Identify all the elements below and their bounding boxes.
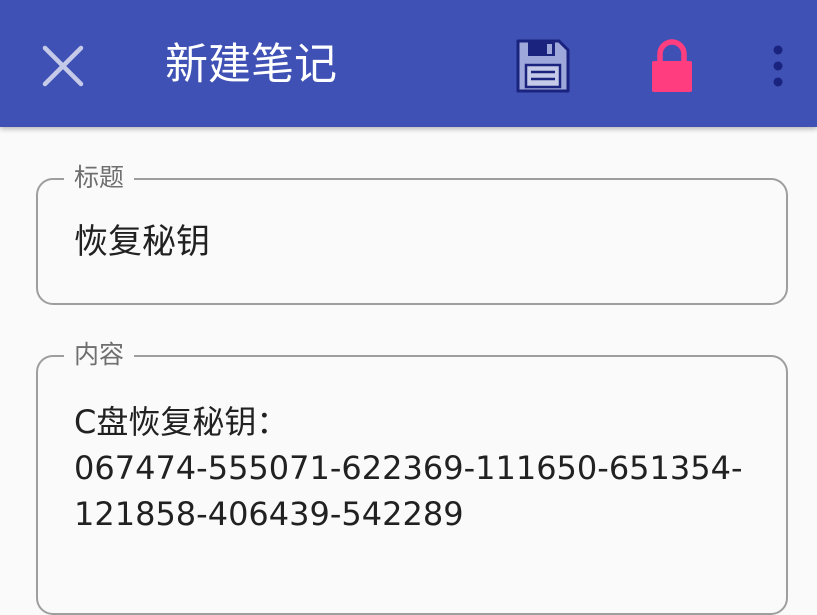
app-bar: 新建笔记 — [0, 0, 817, 127]
more-vert-icon — [773, 45, 783, 87]
content-line: 121858-406439-542289 — [74, 495, 464, 533]
title-input[interactable]: 恢复秘钥 — [74, 220, 210, 264]
title-field-label: 标题 — [64, 162, 135, 194]
lock-button[interactable] — [636, 28, 708, 104]
content-field[interactable]: 内容 C盘恢复秘钥： 067474-555071-622369-111650-6… — [36, 339, 788, 615]
lock-icon — [652, 39, 692, 92]
content-line: C盘恢复秘钥： — [74, 403, 289, 441]
floppy-disk-icon — [516, 39, 570, 93]
content-field-label: 内容 — [64, 339, 135, 371]
content-line: 067474-555071-622369-111650-651354- — [74, 449, 743, 487]
page-title: 新建笔记 — [165, 40, 337, 90]
more-options-button[interactable] — [752, 30, 804, 102]
content-input[interactable]: C盘恢复秘钥： 067474-555071-622369-111650-6513… — [74, 399, 774, 537]
save-button[interactable] — [505, 28, 581, 104]
title-field[interactable]: 标题 恢复秘钥 — [36, 162, 788, 305]
close-button[interactable] — [27, 30, 99, 102]
close-icon — [42, 45, 84, 87]
